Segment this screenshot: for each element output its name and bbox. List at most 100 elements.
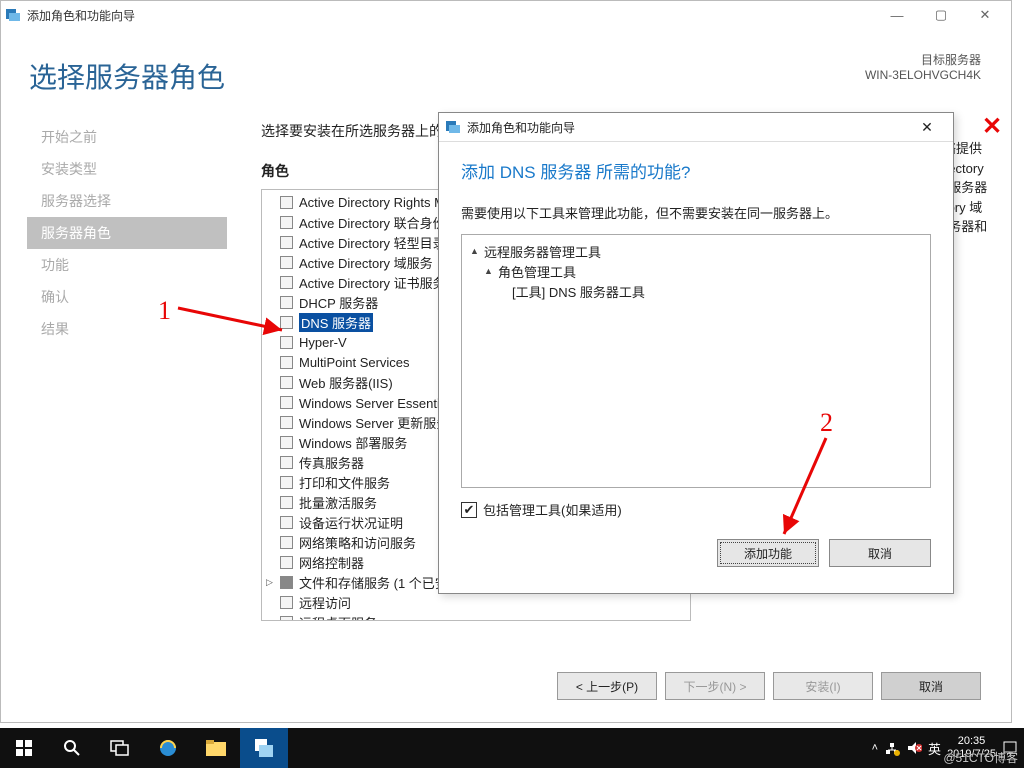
add-features-button[interactable]: 添加功能 [717,539,819,567]
role-label: 传真服务器 [299,453,364,472]
dialog-titlebar: 添加角色和功能向导 ✕ [439,113,953,142]
sidebar-item-4[interactable]: 功能 [27,249,227,281]
sidebar-item-5[interactable]: 确认 [27,281,227,313]
taskbar-explorer[interactable] [192,728,240,768]
checkbox-icon [280,456,293,469]
triangle-icon: ▲ [470,246,484,256]
role-label: 远程桌面服务 [299,613,377,622]
taskbar: ˄ 英 20:35 2019/7/25 [0,728,1024,768]
role-label: 网络控制器 [299,553,364,572]
checkbox-icon [280,216,293,229]
main-titlebar: 添加角色和功能向导 — ▢ ✕ [1,1,1011,29]
sidebar-item-3[interactable]: 服务器角色 [27,217,227,249]
role-label: Windows 部署服务 [299,433,407,452]
dialog-heading: 添加 DNS 服务器 所需的功能? [461,158,931,183]
role-label: Web 服务器(IIS) [299,373,393,392]
dialog-subtext: 需要使用以下工具来管理此功能，但不需要安装在同一服务器上。 [461,203,931,222]
annotation-number-2: 2 [820,408,833,438]
server-manager-icon [445,119,461,135]
include-tools-checkbox[interactable]: ✔ 包括管理工具(如果适用) [461,500,931,519]
checkbox-icon [280,296,293,309]
minimize-button[interactable]: — [875,1,919,29]
ie-icon [157,737,179,759]
checkbox-icon [280,256,293,269]
sidebar-item-6[interactable]: 结果 [27,313,227,345]
task-view-icon [110,740,130,756]
sidebar-item-2[interactable]: 服务器选择 [27,185,227,217]
sidebar-item-0[interactable]: 开始之前 [27,121,227,153]
annotation-number-1: 1 [158,296,171,326]
tray-chevron-icon[interactable]: ˄ [872,742,878,754]
checkbox-icon [280,476,293,489]
dialog-cancel-button[interactable]: 取消 [829,539,931,567]
checkbox-icon [280,396,293,409]
window-title: 添加角色和功能向导 [27,7,875,24]
role-label: Hyper-V [299,335,347,350]
role-label: Active Directory 证书服务 [299,273,446,292]
ime-indicator[interactable]: 英 [928,739,941,758]
tree-item-role-tools[interactable]: ▲角色管理工具 [470,261,922,281]
include-tools-label: 包括管理工具(如果适用) [483,500,622,519]
install-button[interactable]: 安装(I) [773,672,873,700]
expand-icon: ▷ [266,577,280,588]
checkbox-icon [280,276,293,289]
target-label: 目标服务器 [865,51,981,68]
wizard-sidebar: 开始之前安装类型服务器选择服务器角色功能确认结果 [27,121,227,642]
role-label: Windows Server 更新服务 [299,413,449,432]
taskbar-server-manager[interactable] [240,728,288,768]
task-view-button[interactable] [96,728,144,768]
cancel-button[interactable]: 取消 [881,672,981,700]
role-label: 远程访问 [299,593,351,612]
required-features-dialog: 添加角色和功能向导 ✕ 添加 DNS 服务器 所需的功能? 需要使用以下工具来管… [438,112,954,594]
tree-item-rsrv[interactable]: ▲远程服务器管理工具 [470,241,922,261]
volume-icon[interactable] [906,740,922,756]
start-button[interactable] [0,728,48,768]
checkbox-icon [280,196,293,209]
role-label: MultiPoint Services [299,355,410,370]
role-label: 打印和文件服务 [299,473,390,492]
target-server-block: 目标服务器 WIN-3ELOHVGCH4K [865,51,981,82]
role-label: 批量激活服务 [299,493,377,512]
checkbox-icon [280,596,293,609]
prev-button[interactable]: < 上一步(P) [557,672,657,700]
checkbox-icon [280,416,293,429]
dialog-close-button[interactable]: ✕ [907,119,947,136]
checkbox-icon [280,356,293,369]
checkbox-icon: ✔ [461,502,477,518]
watermark: @51CTO博客 [943,749,1018,766]
checkbox-icon [280,436,293,449]
role-label: Active Directory 域服务 [299,253,433,272]
checkbox-icon [280,316,293,329]
close-button[interactable]: ✕ [963,1,1007,29]
triangle-icon: ▲ [484,266,498,276]
checkbox-icon [280,536,293,549]
page-title: 选择服务器角色 [29,56,225,96]
role-label: DHCP 服务器 [299,293,378,312]
clock-time: 20:35 [947,735,996,748]
server-manager-icon [253,737,275,759]
checkbox-icon [280,236,293,249]
dialog-feature-tree[interactable]: ▲远程服务器管理工具 ▲角色管理工具 [工具] DNS 服务器工具 [461,234,931,488]
checkbox-icon [280,336,293,349]
maximize-button[interactable]: ▢ [919,1,963,29]
target-value: WIN-3ELOHVGCH4K [865,68,981,82]
search-button[interactable] [48,728,96,768]
role-item-21[interactable]: 远程桌面服务 [266,612,686,621]
role-label: 网络策略和访问服务 [299,533,416,552]
windows-icon [16,740,32,756]
sidebar-item-1[interactable]: 安装类型 [27,153,227,185]
tree-item-dns-tools[interactable]: [工具] DNS 服务器工具 [470,281,922,301]
next-button[interactable]: 下一步(N) > [665,672,765,700]
checkbox-icon [280,496,293,509]
network-icon[interactable] [884,740,900,756]
role-label: DNS 服务器 [299,313,373,332]
server-manager-icon [5,7,21,23]
checkbox-icon [280,376,293,389]
taskbar-ie[interactable] [144,728,192,768]
annotation-red-x: ✕ [982,112,1002,141]
search-icon [63,739,81,757]
dialog-title: 添加角色和功能向导 [467,119,907,136]
checkbox-icon [280,516,293,529]
checkbox-icon [280,576,293,589]
role-item-20[interactable]: 远程访问 [266,592,686,612]
